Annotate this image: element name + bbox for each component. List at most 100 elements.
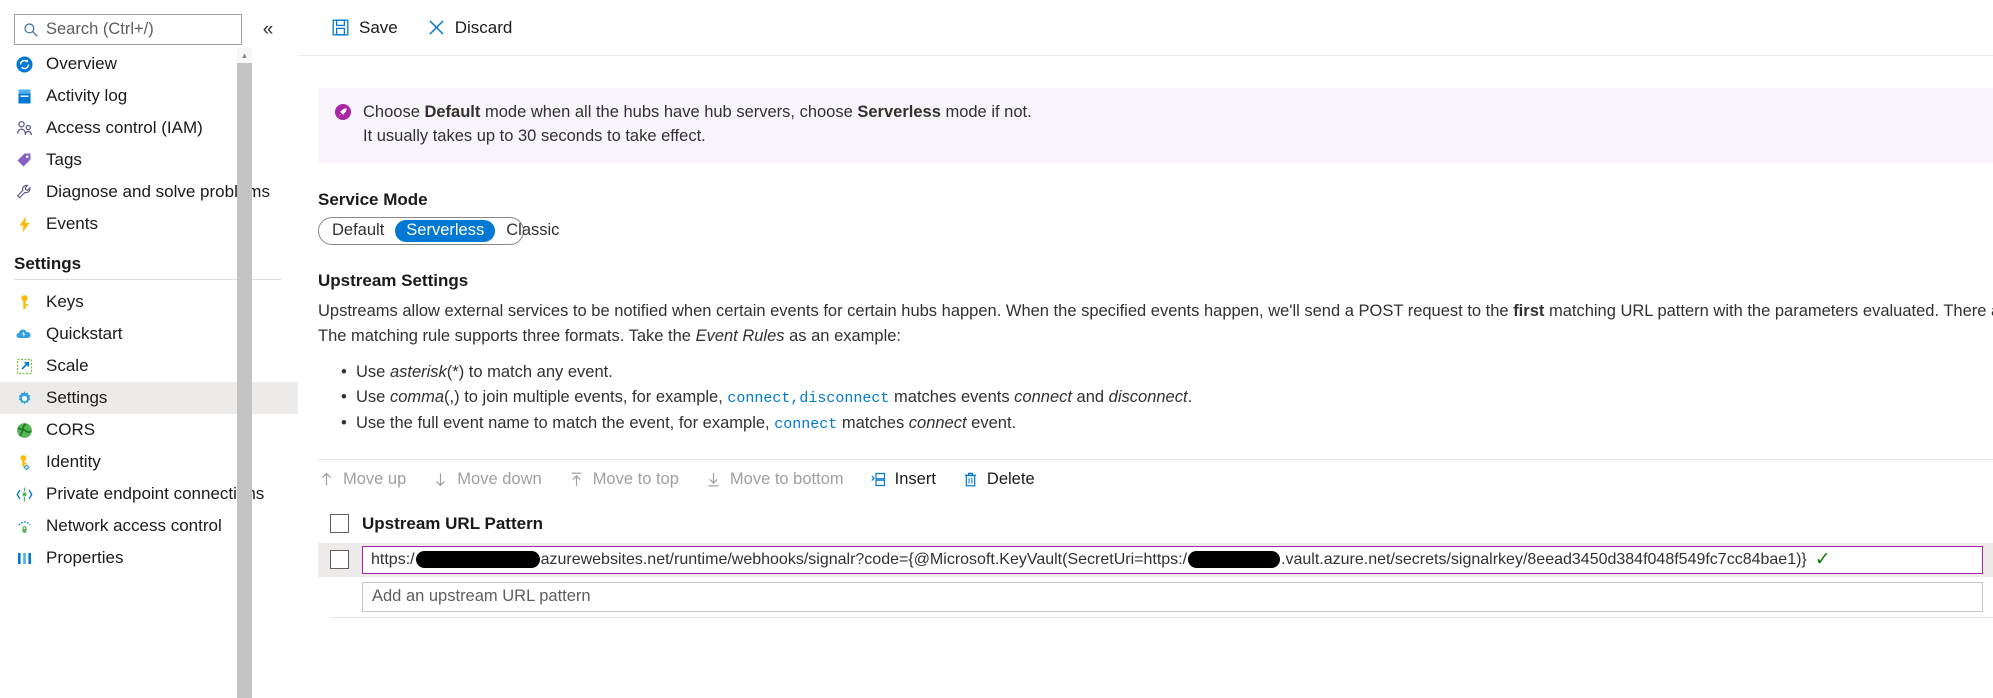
identity-key-icon: [14, 452, 35, 473]
list-item: Use asterisk(*) to match any event.: [341, 360, 1993, 385]
row-select-checkbox[interactable]: [330, 550, 349, 570]
sidebar-item-network-access-control[interactable]: Network access control: [0, 510, 298, 542]
column-header-upstream-url-pattern: Upstream URL Pattern: [362, 513, 544, 533]
table-command-label: Delete: [986, 470, 1035, 489]
sidebar-item-events[interactable]: Events: [0, 208, 298, 240]
arrow-down-icon: [436, 473, 446, 487]
settings-content: Choose Default mode when all the hubs ha…: [299, 88, 1993, 618]
service-mode-option-default[interactable]: Default: [321, 220, 395, 242]
add-upstream-placeholder: Add an upstream URL pattern: [372, 587, 591, 606]
azure-portal-settings-blade: Search (Ctrl+/) « Overview Activity log: [0, 0, 1993, 698]
resource-menu-sidebar: Search (Ctrl+/) « Overview Activity log: [0, 0, 299, 698]
banner-line1: Choose Default mode when all the hubs ha…: [363, 103, 1032, 121]
arrow-to-top-icon: [571, 472, 582, 487]
cloud-icon: [14, 324, 35, 345]
table-command-label: Insert: [894, 470, 936, 489]
info-banner: Choose Default mode when all the hubs ha…: [318, 88, 1993, 163]
sidebar-item-properties[interactable]: Properties: [0, 542, 298, 574]
sidebar-item-keys[interactable]: Keys: [0, 286, 298, 318]
discard-label: Discard: [454, 17, 513, 37]
wrench-icon: [14, 182, 35, 203]
sidebar-item-quickstart[interactable]: Quickstart: [0, 318, 298, 350]
upstream-url-value: https:/azurewebsites.net/runtime/webhook…: [371, 550, 1807, 569]
banner-line2: It usually takes up to 30 seconds to tak…: [363, 126, 706, 145]
network-access-icon: [14, 516, 35, 537]
sidebar-item-private-endpoint-connections[interactable]: Private endpoint connections: [0, 478, 298, 510]
service-mode-option-classic[interactable]: Classic: [495, 220, 570, 242]
upstream-settings-heading: Upstream Settings: [318, 270, 469, 290]
access-control-icon: [14, 118, 35, 139]
move-up-button[interactable]: Move up: [318, 464, 420, 496]
sidebar-item-cors[interactable]: CORS: [0, 414, 298, 446]
sidebar-item-diagnose[interactable]: Diagnose and solve problems: [0, 176, 298, 208]
list-item: Use the full event name to match the eve…: [341, 411, 1993, 437]
sidebar-item-label: Events: [46, 214, 98, 233]
upstream-format-bullets: Use asterisk(*) to match any event. Use …: [299, 360, 1993, 437]
sidebar-item-label: Scale: [46, 356, 89, 375]
sidebar-item-activity-log[interactable]: Activity log: [0, 80, 298, 112]
sidebar-scrollbar[interactable]: ▲: [237, 48, 252, 698]
sidebar-item-tags[interactable]: Tags: [0, 144, 298, 176]
service-mode-option-serverless[interactable]: Serverless: [395, 219, 496, 242]
properties-icon: [14, 548, 35, 569]
save-button[interactable]: Save: [318, 10, 411, 46]
sidebar-search-row: Search (Ctrl+/) «: [0, 9, 298, 45]
scroll-up-icon[interactable]: ▲: [237, 48, 252, 63]
blade-command-bar: Save Discard: [299, 0, 1993, 56]
search-icon: [23, 22, 39, 38]
upstream-description-paragraph-2: The matching rule supports three formats…: [318, 327, 902, 346]
sidebar-item-label: Properties: [46, 548, 124, 567]
table-command-label: Move to top: [592, 470, 679, 489]
sidebar-nav-list: Overview Activity log Access control (IA…: [0, 48, 298, 574]
tags-icon: [14, 150, 35, 171]
cors-globe-icon: [14, 420, 35, 441]
upstream-url-input[interactable]: https:/azurewebsites.net/runtime/webhook…: [362, 545, 1983, 574]
move-to-bottom-button[interactable]: Move to bottom: [705, 464, 858, 496]
key-icon: [14, 292, 35, 313]
sidebar-item-label: Identity: [46, 452, 101, 471]
settings-main-panel: Save Discard Choose Default mode when al…: [299, 0, 1993, 698]
sidebar-item-label: Activity log: [46, 86, 128, 105]
rocket-info-icon: [334, 103, 352, 121]
service-mode-toggle[interactable]: Default Serverless Classic: [318, 216, 559, 245]
search-input[interactable]: Search (Ctrl+/): [14, 14, 242, 45]
move-down-button[interactable]: Move down: [432, 464, 555, 496]
table-row: https:/azurewebsites.net/runtime/webhook…: [318, 542, 1993, 577]
scrollbar-thumb[interactable]: [237, 63, 252, 698]
sidebar-item-label: CORS: [46, 420, 96, 439]
sidebar-group-settings-title: Settings: [14, 254, 82, 273]
add-upstream-row: Add an upstream URL pattern: [318, 581, 1993, 612]
sidebar-item-label: Overview: [46, 54, 117, 73]
sidebar-item-label: Access control (IAM): [46, 118, 203, 137]
collapse-menu-button[interactable]: «: [250, 15, 286, 45]
checkmark-icon: ✓: [1814, 549, 1831, 571]
sidebar-item-overview[interactable]: Overview: [0, 48, 298, 80]
sidebar-item-settings[interactable]: Settings: [0, 382, 298, 414]
sidebar-nav-scroll: Overview Activity log Access control (IA…: [0, 48, 298, 698]
move-to-top-button[interactable]: Move to top: [568, 464, 693, 496]
sidebar-item-label: Network access control: [46, 516, 222, 535]
table-command-label: Move up: [343, 470, 407, 489]
sidebar-item-label: Keys: [46, 292, 84, 311]
insert-row-icon: [871, 473, 885, 487]
save-icon: [332, 19, 349, 36]
save-label: Save: [359, 17, 398, 37]
select-all-checkbox[interactable]: [330, 514, 349, 534]
grid-bottom-divider: [330, 616, 1993, 618]
add-upstream-url-input[interactable]: Add an upstream URL pattern: [362, 581, 1983, 612]
discard-button[interactable]: Discard: [414, 10, 526, 46]
insert-button[interactable]: Insert: [870, 464, 950, 496]
service-mode-label: Service Mode: [318, 189, 428, 209]
sidebar-item-identity[interactable]: Identity: [0, 446, 298, 478]
list-item: Use comma(,) to join multiple events, fo…: [341, 385, 1993, 411]
activity-log-icon: [14, 86, 35, 107]
table-command-label: Move down: [457, 470, 542, 489]
close-icon: [429, 20, 444, 35]
lightning-icon: [14, 214, 35, 235]
delete-button[interactable]: Delete: [962, 464, 1049, 496]
private-endpoint-icon: [14, 484, 35, 505]
sidebar-item-scale[interactable]: Scale: [0, 350, 298, 382]
info-banner-text: Choose Default mode when all the hubs ha…: [363, 101, 1032, 149]
sidebar-item-label: Settings: [46, 388, 108, 407]
sidebar-item-access-control[interactable]: Access control (IAM): [0, 112, 298, 144]
